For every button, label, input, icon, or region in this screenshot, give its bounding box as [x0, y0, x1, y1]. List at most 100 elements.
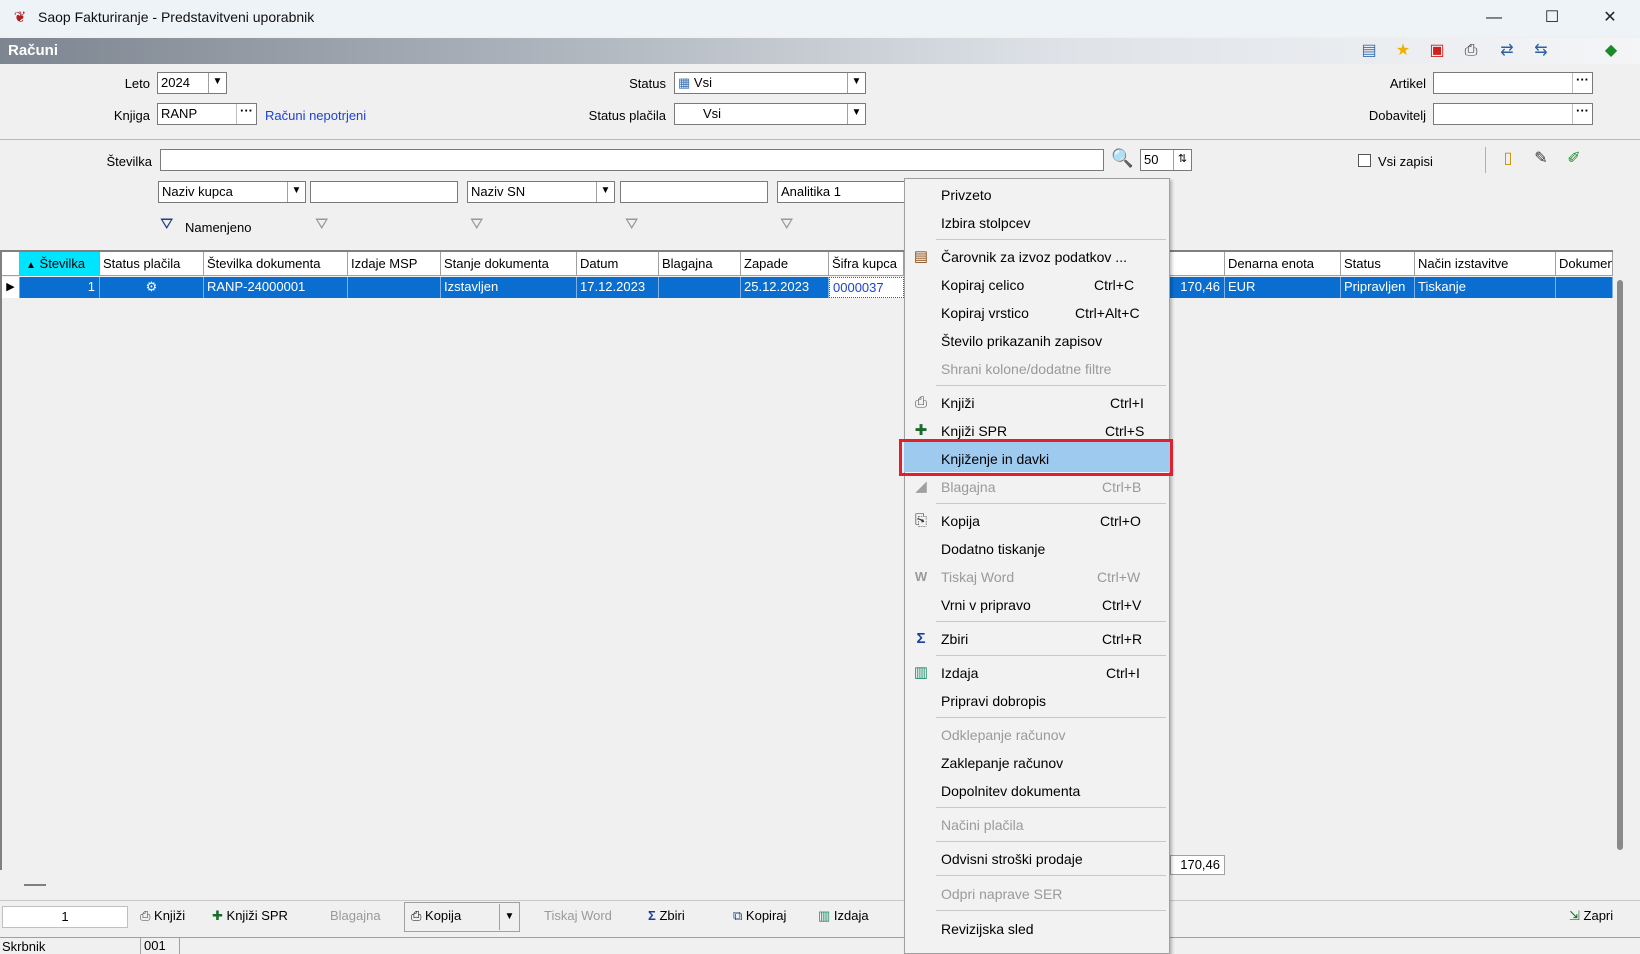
search-icon[interactable]: 🔍: [1111, 148, 1133, 169]
column-header-znesek[interactable]: [1170, 252, 1225, 276]
columns-icon[interactable]: ▤: [1357, 39, 1381, 63]
cell-dokument[interactable]: [1556, 277, 1613, 298]
minimize-button[interactable]: —: [1465, 0, 1523, 36]
kopiraj-button[interactable]: ⧉ Kopiraj: [733, 908, 786, 924]
collapse-handle[interactable]: [24, 884, 46, 886]
filter-icon[interactable]: ⛛: [780, 216, 793, 234]
filter-icon[interactable]: ⛛: [625, 216, 638, 234]
dobavitelj-browse-button[interactable]: ···: [1572, 104, 1592, 124]
close-button[interactable]: ✕: [1581, 0, 1639, 36]
artikel-field[interactable]: ···: [1433, 72, 1593, 94]
menu-item-zbiri[interactable]: Zbiri: [941, 631, 968, 647]
new-record-icon[interactable]: ▯: [1496, 147, 1520, 171]
menu-item-tiskaj-word[interactable]: Tiskaj Word: [941, 569, 1014, 585]
menu-item-blagajna[interactable]: Blagajna: [941, 479, 996, 495]
cell-izdaje-msp[interactable]: [348, 277, 441, 298]
pdf-export-icon[interactable]: ▣: [1425, 39, 1449, 63]
knjizi-spr-button[interactable]: ✚ Knjiži SPR: [212, 908, 288, 924]
menu-item-kopija[interactable]: Kopija: [941, 513, 980, 529]
cell-denarna-enota[interactable]: EUR: [1225, 277, 1341, 298]
chevron-down-icon[interactable]: ▼: [287, 182, 305, 202]
scrollbar-thumb[interactable]: [1617, 280, 1623, 850]
tiskaj-word-button[interactable]: Tiskaj Word: [544, 908, 612, 923]
help-book-icon[interactable]: ◆: [1599, 39, 1623, 63]
menu-item-stevilo-zapisov[interactable]: Število prikazanih zapisov: [941, 333, 1102, 349]
menu-item-izbira-stolpcev[interactable]: Izbira stolpcev: [941, 215, 1030, 231]
print-icon[interactable]: ⎙: [1459, 39, 1483, 63]
column-header-stanje-dokumenta[interactable]: Stanje dokumenta: [441, 252, 577, 276]
chevron-down-icon[interactable]: ▼: [596, 182, 614, 202]
column-header-stevilka-dokumenta[interactable]: Številka dokumenta: [204, 252, 348, 276]
cell-znesek[interactable]: 170,46: [1170, 277, 1225, 298]
filter-icon[interactable]: ⛛: [470, 216, 483, 234]
zbiri-button[interactable]: Σ Zbiri: [648, 908, 685, 923]
leto-select[interactable]: 2024 ▼: [157, 72, 227, 94]
filter-icon[interactable]: ⛛: [315, 216, 328, 234]
column-header-status[interactable]: Status: [1341, 252, 1415, 276]
menu-item-pripravi-dobropis[interactable]: Pripravi dobropis: [941, 693, 1046, 709]
column-header-datum[interactable]: Datum: [577, 252, 659, 276]
column-header-blagajna[interactable]: Blagajna: [659, 252, 741, 276]
menu-item-revizijska-sled[interactable]: Revizijska sled: [941, 921, 1034, 937]
translate-icon[interactable]: ⇄: [1495, 39, 1519, 63]
cell-sifra-kupca[interactable]: 0000037: [829, 277, 904, 298]
menu-item-shrani-kolone[interactable]: Shrani kolone/dodatne filtre: [941, 361, 1111, 377]
filter-combo-naziv-sn[interactable]: Naziv SN ▼: [467, 181, 615, 203]
cell-nacin-izstavitve[interactable]: Tiskanje: [1415, 277, 1556, 298]
menu-item-kopiraj-celico[interactable]: Kopiraj celico: [941, 277, 1024, 293]
menu-item-dopolnitev-dokumenta[interactable]: Dopolnitev dokumenta: [941, 783, 1080, 799]
menu-item-knjizi[interactable]: Knjiži: [941, 395, 974, 411]
stevilka-search-input[interactable]: [160, 149, 1104, 171]
namenjeno-label[interactable]: Namenjeno: [185, 220, 252, 235]
menu-item-vrni-v-pripravo[interactable]: Vrni v pripravo: [941, 597, 1031, 613]
chevron-down-icon[interactable]: ▼: [847, 73, 865, 93]
zapri-button[interactable]: ⇲ Zapri: [1569, 908, 1613, 924]
menu-item-dodatno-tiskanje[interactable]: Dodatno tiskanje: [941, 541, 1045, 557]
filter-combo-naziv-kupca[interactable]: Naziv kupca ▼: [158, 181, 306, 203]
language-icon[interactable]: ⇆: [1529, 39, 1553, 63]
cell-blagajna[interactable]: [659, 277, 741, 298]
knjizi-button[interactable]: ⎙ Knjiži: [140, 908, 185, 924]
filter-value-input[interactable]: [310, 181, 458, 203]
chevron-down-icon[interactable]: ▼: [847, 104, 865, 124]
dobavitelj-field[interactable]: ···: [1433, 103, 1593, 125]
menu-item-privzeto[interactable]: Privzeto: [941, 187, 992, 203]
menu-item-carovnik-izvoz[interactable]: Čarovnik za izvoz podatkov ...: [941, 249, 1127, 265]
status-select[interactable]: ▦ Vsi ▼: [674, 72, 866, 94]
favorite-star-icon[interactable]: ★: [1391, 39, 1415, 63]
maximize-button[interactable]: ☐: [1523, 0, 1581, 36]
records-grid[interactable]: [0, 250, 1628, 870]
knjiga-description-link[interactable]: Računi nepotrjeni: [265, 108, 366, 123]
page-size-stepper[interactable]: 50 ⇅: [1140, 149, 1192, 171]
cell-stevilka[interactable]: 1: [20, 277, 100, 298]
chevron-down-icon[interactable]: ▼: [208, 73, 226, 93]
payment-status-icon[interactable]: ⚙: [100, 277, 204, 298]
menu-item-izdaja[interactable]: Izdaja: [941, 665, 978, 681]
artikel-browse-button[interactable]: ···: [1572, 73, 1592, 93]
column-header-denarna-enota[interactable]: Denarna enota: [1225, 252, 1341, 276]
filter-value-input[interactable]: [620, 181, 768, 203]
cell-status[interactable]: Pripravljen: [1341, 277, 1415, 298]
knjiga-browse-button[interactable]: ···: [236, 104, 256, 124]
menu-item-odpri-naprave-ser[interactable]: Odpri naprave SER: [941, 886, 1062, 902]
cell-stanje-dokumenta[interactable]: Izstavljen: [441, 277, 577, 298]
edit-record-icon[interactable]: ✎: [1529, 147, 1553, 171]
menu-item-nacini-placila[interactable]: Načini plačila: [941, 817, 1023, 833]
column-header-nacin-izstavitve[interactable]: Način izstavitve: [1415, 252, 1556, 276]
menu-item-odvisni-stroski[interactable]: Odvisni stroški prodaje: [941, 851, 1083, 867]
kopija-button[interactable]: ⎙ Kopija: [411, 908, 461, 924]
column-header-sifra-kupca[interactable]: Šifra kupca: [829, 252, 904, 276]
blagajna-button[interactable]: Blagajna: [330, 908, 381, 923]
chevron-down-icon[interactable]: ▼: [499, 904, 519, 930]
izdaja-button[interactable]: ▥ Izdaja: [818, 908, 869, 924]
stepper-arrows-icon[interactable]: ⇅: [1173, 150, 1191, 170]
column-header-izdaje-msp[interactable]: Izdaje MSP: [348, 252, 441, 276]
menu-item-knjizi-spr[interactable]: Knjiži SPR: [941, 423, 1007, 439]
menu-item-kopiraj-vrstico[interactable]: Kopiraj vrstico: [941, 305, 1029, 321]
column-header-dokument[interactable]: Dokument: [1556, 252, 1613, 276]
column-header-zapade[interactable]: Zapade: [741, 252, 829, 276]
menu-item-odklepanje-racunov[interactable]: Odklepanje računov: [941, 727, 1066, 743]
namenjeno-filter-icon[interactable]: ⛛: [160, 216, 173, 234]
menu-item-zaklepanje-racunov[interactable]: Zaklepanje računov: [941, 755, 1063, 771]
cell-datum[interactable]: 17.12.2023: [577, 277, 659, 298]
